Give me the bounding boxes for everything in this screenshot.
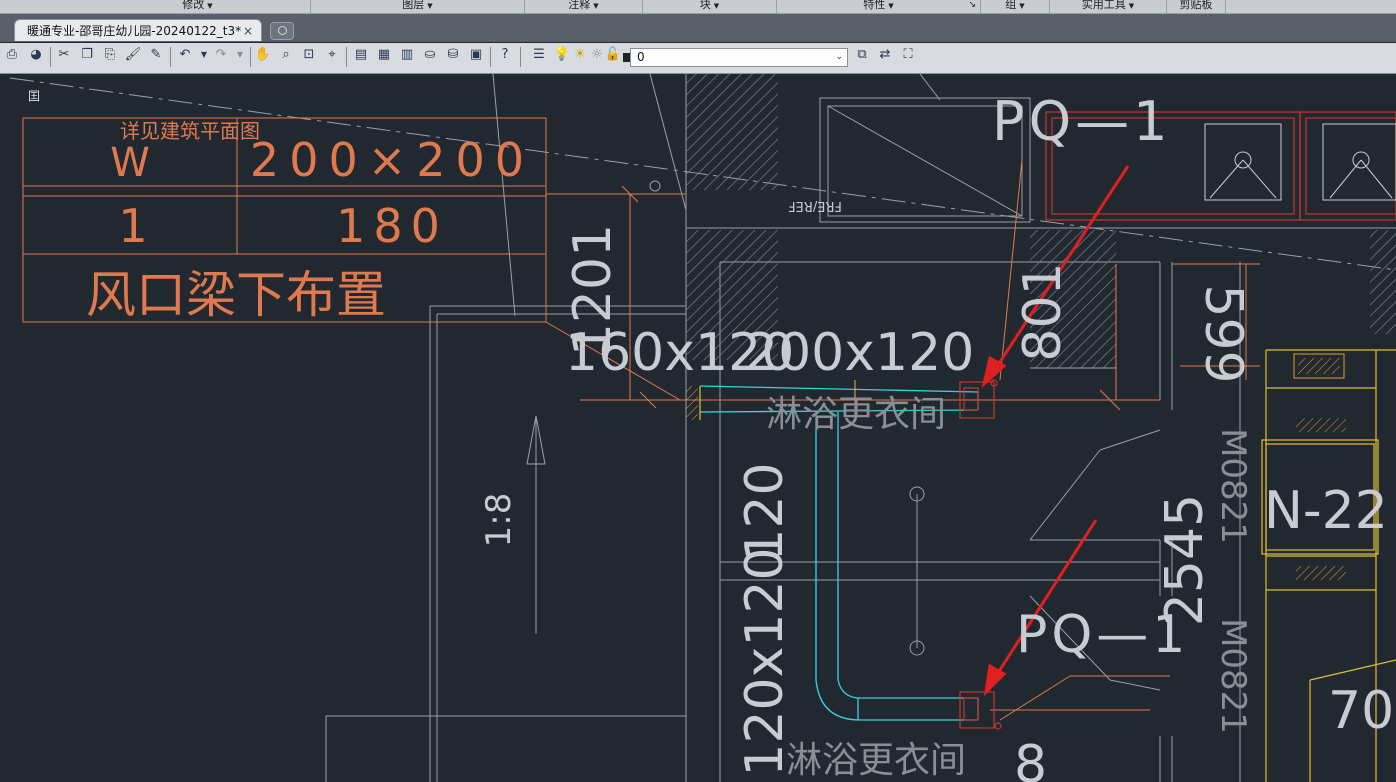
ribbon-panel-properties[interactable]: 特性 ▼ ↘	[777, 0, 981, 13]
table-footer: 风口梁下布置	[86, 266, 386, 324]
slope-label: 1:8	[479, 493, 519, 548]
help-icon[interactable]: ?	[496, 46, 514, 64]
room-label-shower-bottom: 淋浴更衣间	[786, 740, 966, 781]
ucs-corner-icon: 囯	[28, 89, 40, 103]
dropdown-arrow-icon: ▼	[1128, 2, 1135, 10]
toolbar-separator	[520, 47, 521, 67]
ribbon-panel-label: 修改	[182, 0, 205, 11]
sheet-set-icon[interactable]: ⛀	[421, 46, 439, 64]
redo-icon[interactable]: ↷	[212, 46, 230, 64]
markup-set-icon[interactable]: ⛁	[444, 46, 462, 64]
document-tab-title: 暖通专业-邵哥庄幼儿园-20240122_t3*	[27, 24, 242, 38]
layer-select[interactable]: 0 ⌄	[630, 48, 848, 67]
duct-size-200: 200x120	[745, 323, 974, 383]
ribbon-panel-modify[interactable]: 修改 ▼	[85, 0, 311, 13]
layer-select-value: 0	[637, 50, 645, 64]
ribbon-panel-label: 特性	[863, 0, 886, 11]
ribbon-panel-label: 注释	[568, 0, 591, 11]
match-properties-icon[interactable]: 🖌	[124, 46, 142, 64]
yellow-grille-hatch	[1298, 358, 1340, 374]
publish-3d-icon[interactable]: ◕	[27, 46, 45, 64]
wall-hatch	[1370, 230, 1396, 334]
room-label-shower-top: 淋浴更衣间	[766, 394, 946, 435]
dropdown-arrow-icon: ▼	[888, 2, 894, 10]
ribbon-panel-label: 剪贴板	[1179, 0, 1213, 11]
door-label-a: M0821	[1213, 428, 1253, 544]
zoom-previous-icon[interactable]: ⌖	[323, 46, 341, 64]
dim-8-label: 8	[1014, 735, 1047, 782]
redo-dropdown-icon[interactable]: ▼	[231, 46, 249, 64]
plot-icon[interactable]: ⎙	[3, 46, 21, 64]
drawing-svg[interactable]: FRE/REF 囯 详见建筑平面图 W 200×200 1 180 风口梁下布置…	[0, 74, 1396, 782]
close-tab-icon[interactable]: ×	[243, 20, 253, 42]
ribbon-panel-label: 实用工具	[1081, 0, 1126, 11]
ribbon-panel-clipboard[interactable]: 剪贴板	[1167, 0, 1226, 13]
properties-icon[interactable]: ▤	[352, 46, 370, 64]
toolbar-separator	[250, 47, 251, 67]
toolbar-separator	[170, 47, 171, 67]
ribbon-panel-label: 组	[1005, 0, 1017, 11]
ribbon-panel-group[interactable]: 组 ▼	[981, 0, 1050, 13]
table-col2-header: 200×200	[250, 133, 534, 187]
toolbar-separator	[346, 47, 347, 67]
dropdown-arrow-icon: ▼	[593, 2, 599, 10]
layer-states-icon[interactable]: ⛶	[899, 46, 917, 64]
ribbon: 修改 ▼ 图层 ▼ 注释 ▼ 块 ▼ 特性 ▼ ↘ 组 ▼ 实用工具 ▼ 剪贴板	[0, 0, 1396, 14]
block-editor-icon[interactable]: ✎	[147, 46, 165, 64]
ribbon-panel-layer[interactable]: 图层 ▼	[311, 0, 525, 13]
table-col1-header: W	[110, 140, 150, 186]
tool-palettes-icon[interactable]: ▥	[398, 46, 416, 64]
ribbon-panel-utilities[interactable]: 实用工具 ▼	[1050, 0, 1167, 13]
ribbon-panel-block[interactable]: 块 ▼	[643, 0, 777, 13]
cut-icon[interactable]: ✂	[55, 46, 73, 64]
undo-dropdown-icon[interactable]: ▼	[195, 46, 213, 64]
dim-70-label: 70	[1328, 681, 1394, 741]
dropdown-arrow-icon: ▼	[1019, 2, 1025, 10]
yellow-grille-hatch	[1296, 566, 1346, 580]
dropdown-arrow-icon: ▼	[427, 2, 433, 10]
layer-previous-icon[interactable]: ⇄	[876, 46, 894, 64]
yellow-grille-hatch	[1296, 418, 1346, 432]
standard-toolbar: ⎙ ◕ ✂ ❐ ⎘ 🖌 ✎ ↶ ▼ ↷ ▼ ✋ ⌕ ⊡ ⌖ ▤ ▦ ▥ ⛀ ⛁ …	[0, 43, 1396, 74]
fre-ref-label: FRE/REF	[788, 198, 842, 213]
dim-801-label: 801	[1013, 262, 1073, 361]
pan-icon[interactable]: ✋	[254, 46, 272, 64]
design-center-icon[interactable]: ▦	[375, 46, 393, 64]
toolbar-separator	[50, 47, 51, 67]
dropdown-arrow-icon: ▼	[713, 2, 720, 10]
wall-hatch	[686, 74, 778, 190]
ribbon-panel-label: 块	[699, 0, 711, 11]
copy-icon[interactable]: ❐	[78, 46, 96, 64]
toolbar-separator	[490, 47, 491, 67]
table-row-value: 180	[336, 199, 448, 253]
n22-label: N-22	[1264, 481, 1388, 541]
layer-thaw-sun-icon[interactable]: ☀	[571, 46, 589, 64]
new-tab-button[interactable]	[270, 22, 294, 40]
dim-2545-label: 2545	[1155, 494, 1215, 626]
zoom-window-icon[interactable]: ⊡	[300, 46, 318, 64]
make-current-layer-icon[interactable]: ⧉	[853, 46, 871, 64]
wall-grille-hatch	[686, 386, 698, 420]
dropdown-arrow-icon: ▼	[207, 2, 213, 10]
table-row-num: 1	[118, 199, 147, 253]
paste-icon[interactable]: ⎘	[101, 46, 119, 64]
document-tab-bar: 暖通专业-邵哥庄幼儿园-20240122_t3* ×	[0, 14, 1396, 42]
duct-size-120x120: 120x120	[735, 547, 795, 776]
dim-599-label: 599	[1193, 284, 1253, 383]
chevron-down-icon: ⌄	[835, 52, 843, 62]
panel-launcher-icon[interactable]: ↘	[968, 0, 976, 10]
ribbon-panel-annotate[interactable]: 注释 ▼	[525, 0, 643, 13]
pq1-label-top: PQ—1	[992, 90, 1171, 153]
drawing-canvas[interactable]: FRE/REF 囯 详见建筑平面图 W 200×200 1 180 风口梁下布置…	[0, 74, 1396, 782]
calculator-icon[interactable]: ▣	[467, 46, 485, 64]
ribbon-panel-label: 图层	[402, 0, 425, 11]
layer-on-bulb-icon[interactable]: 💡	[553, 46, 571, 64]
undo-icon[interactable]: ↶	[176, 46, 194, 64]
door-label-b: M0821	[1213, 618, 1253, 734]
layer-properties-icon[interactable]: ☰	[530, 46, 548, 64]
layer-unlock-icon[interactable]: 🔓	[604, 46, 622, 64]
zoom-realtime-icon[interactable]: ⌕	[277, 46, 295, 64]
dim-120-label: 120	[735, 462, 795, 561]
document-tab-active[interactable]: 暖通专业-邵哥庄幼儿园-20240122_t3* ×	[14, 19, 262, 41]
